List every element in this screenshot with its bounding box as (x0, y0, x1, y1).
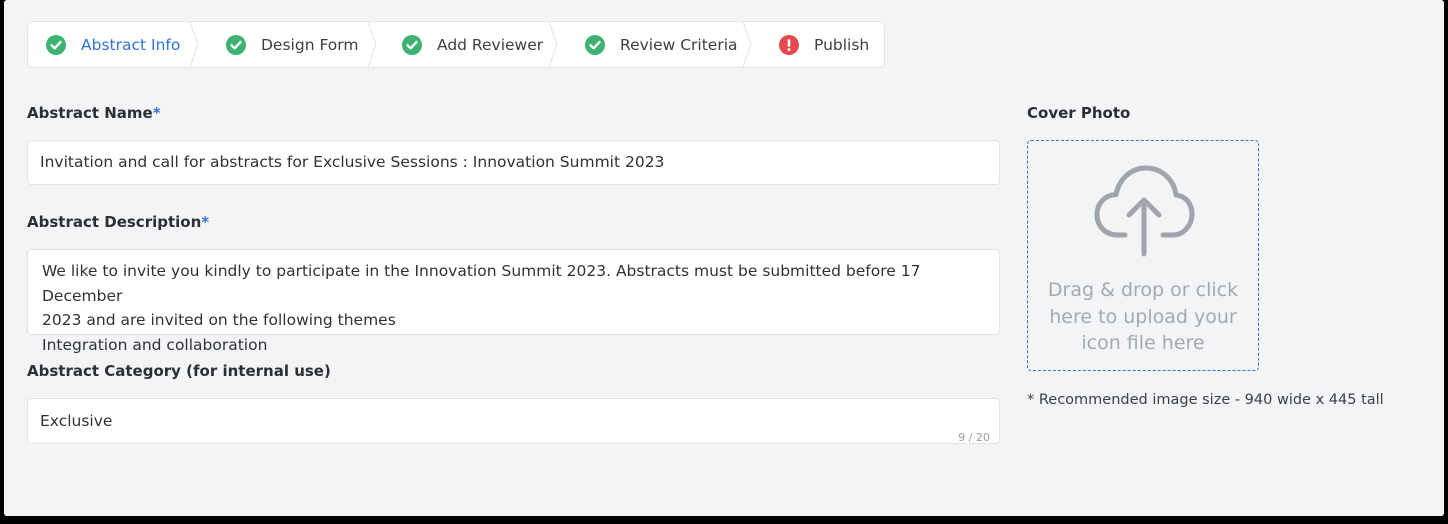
step-label: Publish (814, 35, 870, 54)
step-separator (368, 22, 377, 67)
label-text: Abstract Name (27, 104, 153, 122)
step-separator (743, 22, 752, 67)
abstract-name-input[interactable]: Invitation and call for abstracts for Ex… (27, 140, 1000, 185)
step-separator (549, 22, 558, 67)
image-size-hint: * Recommended image size - 940 wide x 44… (1027, 392, 1384, 408)
abstract-category-label: Abstract Category (for internal use) (27, 362, 331, 380)
step-abstract-info[interactable]: Abstract Info (28, 22, 199, 67)
step-label: Abstract Info (81, 35, 181, 54)
label-text: Cover Photo (1027, 104, 1131, 122)
step-publish[interactable]: Publish (751, 22, 884, 67)
abstract-description-value: We like to invite you kindly to particip… (42, 262, 921, 354)
abstract-name-label: Abstract Name* (27, 104, 161, 122)
step-label: Design Form (261, 35, 359, 54)
abstract-form-page: Abstract Info Design Form Add Reviewer R… (4, 0, 1444, 516)
abstract-category-value: Exclusive (40, 412, 113, 430)
required-mark: * (201, 213, 210, 231)
check-circle-icon (226, 34, 246, 55)
step-design-form[interactable]: Design Form (198, 22, 377, 67)
step-label: Add Reviewer (437, 35, 544, 54)
abstract-category-input[interactable]: Exclusive 9 / 20 (27, 398, 1000, 444)
step-add-reviewer[interactable]: Add Reviewer (376, 22, 558, 67)
abstract-description-label: Abstract Description* (27, 213, 209, 231)
check-circle-icon (46, 34, 66, 55)
step-separator (190, 22, 199, 67)
label-text: Abstract Description (27, 213, 202, 231)
check-circle-icon (585, 34, 605, 55)
label-text: Abstract Category (for internal use) (27, 362, 331, 380)
required-mark: * (152, 104, 161, 122)
step-review-criteria[interactable]: Review Criteria (557, 22, 752, 67)
character-counter: 9 / 20 (958, 431, 990, 444)
cloud-upload-icon (1094, 165, 1195, 257)
upload-instructions: Drag & drop or click here to upload your… (1047, 279, 1239, 354)
abstract-description-textarea[interactable]: We like to invite you kindly to particip… (27, 249, 1000, 354)
step-label: Review Criteria (620, 35, 738, 54)
error-circle-icon (779, 34, 799, 55)
check-circle-icon (402, 34, 422, 55)
abstract-name-value: Invitation and call for abstracts for Ex… (40, 153, 665, 171)
cover-photo-label: Cover Photo (1027, 104, 1130, 122)
step-navigation: Abstract Info Design Form Add Reviewer R… (27, 21, 885, 68)
cover-photo-dropzone[interactable]: Drag & drop or click here to upload your… (1027, 140, 1259, 371)
